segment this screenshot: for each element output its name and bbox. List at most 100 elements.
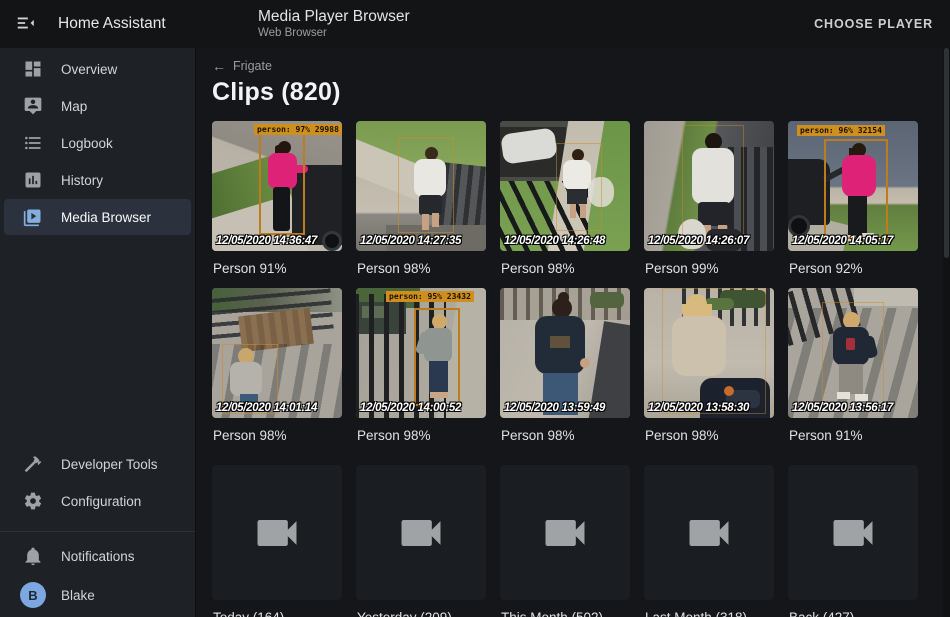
sidebar-item-media-browser[interactable]: Media Browser [4,199,191,235]
clip-photo [644,121,774,251]
clip-caption: Person 98% [357,259,486,278]
photo-shape [398,137,454,233]
clip-photo [788,288,918,418]
page-title-block: Media Player Browser Web Browser [258,8,410,40]
header-left: Home Assistant [0,12,195,36]
scrollbar[interactable] [943,48,950,617]
photo-shape [682,125,744,245]
sidebar-item-label: Logbook [61,136,113,151]
photo-shape [558,292,569,303]
clip-timestamp: 12/05/2020 14:05:17 [792,235,893,247]
clip-caption: Person 98% [645,426,774,445]
sidebar-item-map[interactable]: Map [4,88,191,124]
folder-tile [212,465,342,600]
choose-player-button[interactable]: CHOOSE PLAYER [814,0,933,48]
sidebar-footer-items: Developer Tools Configuration [0,446,195,519]
folder-item-yesterday[interactable]: Yesterday (209) [356,465,486,617]
app-root: Home Assistant Media Player Browser Web … [0,0,950,617]
photo-shape [414,308,460,406]
sidebar-item-label: Map [61,99,87,114]
clip-item[interactable]: person: 97% 29988 12/05/2020 14:36:47 Pe… [212,121,342,288]
sidebar-footer: Developer Tools Configuration Notificatio… [0,446,195,615]
folder-tile [500,465,630,600]
clip-thumbnail: person: 96% 32154 12/05/2020 14:05:17 [788,121,918,251]
sidebar-item-history[interactable]: History [4,162,191,198]
sidebar-item-logbook[interactable]: Logbook [4,125,191,161]
folder-label: Back (427) [789,608,918,617]
clip-thumbnail: 12/05/2020 14:01:14 [212,288,342,418]
folder-item-back[interactable]: Back (427) [788,465,918,617]
clip-item[interactable]: 12/05/2020 14:27:35 Person 98% [356,121,486,288]
sidebar-item-overview[interactable]: Overview [4,51,191,87]
clip-photo [644,288,774,418]
clip-caption: Person 98% [501,259,630,278]
clip-timestamp: 12/05/2020 14:26:07 [648,235,749,247]
clip-timestamp: 12/05/2020 14:26:48 [504,235,605,247]
history-chart-icon [23,170,43,190]
bell-icon [23,546,43,566]
clip-thumbnail: 12/05/2020 14:26:07 [644,121,774,251]
clip-timestamp: 12/05/2020 14:01:14 [216,402,317,414]
photo-shape [822,302,884,412]
sidebar-item-label: Configuration [61,494,141,509]
clip-item[interactable]: 12/05/2020 13:58:30 Person 98% [644,288,774,455]
detection-label: person: 97% 29988 [254,124,342,135]
media-browser-icon [23,207,43,227]
video-camera-icon [827,507,879,559]
clip-caption: Person 98% [501,426,630,445]
logbook-list-icon [23,133,43,153]
clip-item[interactable]: 12/05/2020 14:26:07 Person 99% [644,121,774,288]
sidebar-item-configuration[interactable]: Configuration [4,483,191,519]
back-link[interactable]: ← Frigate [212,58,272,74]
sidebar-item-label: Media Browser [61,210,151,225]
clip-photo [356,121,486,251]
detection-label: person: 95% 23432 [386,291,474,302]
sidebar: Overview Map Logbook History Media Browser D… [0,48,195,617]
clip-thumbnail: person: 95% 23432 12/05/2020 14:00:52 [356,288,486,418]
map-account-icon [23,96,43,116]
sidebar-item-user[interactable]: B Blake [4,575,191,615]
photo-shape [322,231,342,251]
clip-photo [788,121,918,251]
back-label: Frigate [233,59,272,73]
clip-item[interactable]: 12/05/2020 14:01:14 Person 98% [212,288,342,455]
avatar: B [20,582,46,608]
scrollbar-thumb[interactable] [944,48,949,258]
folder-item-this-month[interactable]: This Month (502) [500,465,630,617]
user-name: Blake [61,588,95,603]
clip-item[interactable]: 12/05/2020 13:59:49 Person 98% [500,288,630,455]
clip-item[interactable]: 12/05/2020 14:26:48 Person 98% [500,121,630,288]
clip-caption: Person 98% [357,426,486,445]
clip-timestamp: 12/05/2020 14:27:35 [360,235,461,247]
video-camera-icon [251,507,303,559]
clip-item[interactable]: person: 95% 23432 12/05/2020 14:00:52 Pe… [356,288,486,455]
page-subtitle: Web Browser [258,27,410,40]
sidebar-item-notifications[interactable]: Notifications [4,538,191,574]
folder-item-today[interactable]: Today (164) [212,465,342,617]
sidebar-item-label: Developer Tools [61,457,158,472]
clip-photo [212,288,342,418]
folder-label: This Month (502) [501,608,630,617]
clip-thumbnail: 12/05/2020 13:56:17 [788,288,918,418]
back-arrow-icon: ← [212,58,226,74]
clip-item[interactable]: person: 96% 32154 12/05/2020 14:05:17 Pe… [788,121,918,288]
folder-item-last-month[interactable]: Last Month (318) [644,465,774,617]
clip-caption: Person 91% [789,426,918,445]
sidebar-item-developer-tools[interactable]: Developer Tools [4,446,191,482]
clip-item[interactable]: 12/05/2020 13:56:17 Person 91% [788,288,918,455]
sidebar-item-label: History [61,173,103,188]
page-title: Media Player Browser [258,8,410,26]
clip-caption: Person 91% [213,259,342,278]
photo-shape [259,133,305,235]
folder-tile [788,465,918,600]
clip-photo [500,288,630,418]
video-camera-icon [683,507,735,559]
video-camera-icon [539,507,591,559]
folder-label: Today (164) [213,608,342,617]
folder-tile [356,465,486,600]
page-heading: Clips (820) [212,78,950,107]
clip-caption: Person 99% [645,259,774,278]
sidebar-toggle-button[interactable] [15,12,39,36]
photo-shape [590,292,624,308]
clip-photo [356,288,486,418]
